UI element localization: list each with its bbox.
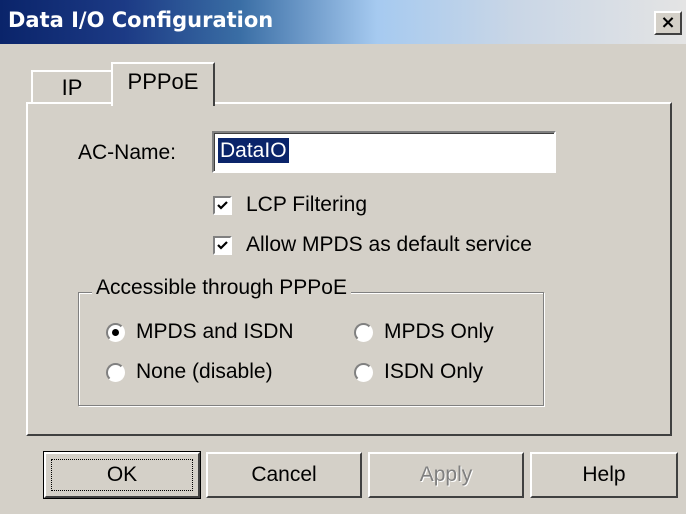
accessible-through-pppoe-group (78, 292, 544, 406)
radio-isdn-only-label[interactable]: ISDN Only (384, 360, 483, 384)
radio-mpds-and-isdn[interactable] (106, 323, 125, 342)
allow-mpds-label[interactable]: Allow MPDS as default service (246, 233, 532, 257)
group-legend: Accessible through PPPoE (92, 276, 351, 300)
title-bar[interactable]: Data I/O Configuration × (0, 0, 686, 44)
help-button[interactable]: Help (530, 452, 678, 498)
radio-mpds-and-isdn-label[interactable]: MPDS and ISDN (136, 320, 294, 344)
ac-name-value: DataIO (217, 137, 290, 164)
apply-button[interactable]: Apply (368, 452, 524, 498)
focus-rectangle (51, 459, 193, 491)
tab-ip-label: IP (61, 75, 83, 100)
lcp-filtering-checkbox[interactable] (213, 196, 232, 215)
radio-mpds-only[interactable] (354, 323, 373, 342)
apply-button-label: Apply (419, 463, 473, 486)
radio-dot-icon (112, 329, 119, 336)
radio-none-disable-label[interactable]: None (disable) (136, 360, 273, 384)
window-title: Data I/O Configuration (8, 8, 274, 32)
close-icon: × (660, 12, 676, 33)
ac-name-label: AC-Name: (78, 141, 177, 164)
tab-pppoe-label: PPPoE (127, 69, 199, 94)
radio-mpds-only-label[interactable]: MPDS Only (384, 320, 494, 344)
tab-ip[interactable]: IP (31, 70, 113, 104)
checkmark-icon (217, 201, 228, 210)
tab-pppoe[interactable]: PPPoE (111, 62, 215, 106)
close-button[interactable]: × (654, 11, 682, 35)
dialog-window: Data I/O Configuration × IP PPPoE AC-Nam… (0, 0, 686, 514)
ok-button[interactable]: OK (43, 451, 201, 499)
cancel-button[interactable]: Cancel (206, 452, 362, 498)
radio-none-disable[interactable] (106, 363, 125, 382)
lcp-filtering-label[interactable]: LCP Filtering (246, 193, 367, 217)
help-button-label: Help (582, 463, 626, 486)
allow-mpds-checkbox[interactable] (213, 236, 232, 255)
checkmark-icon (217, 241, 228, 250)
ac-name-input[interactable]: DataIO (212, 131, 556, 173)
cancel-button-label: Cancel (251, 463, 317, 486)
radio-isdn-only[interactable] (354, 363, 373, 382)
